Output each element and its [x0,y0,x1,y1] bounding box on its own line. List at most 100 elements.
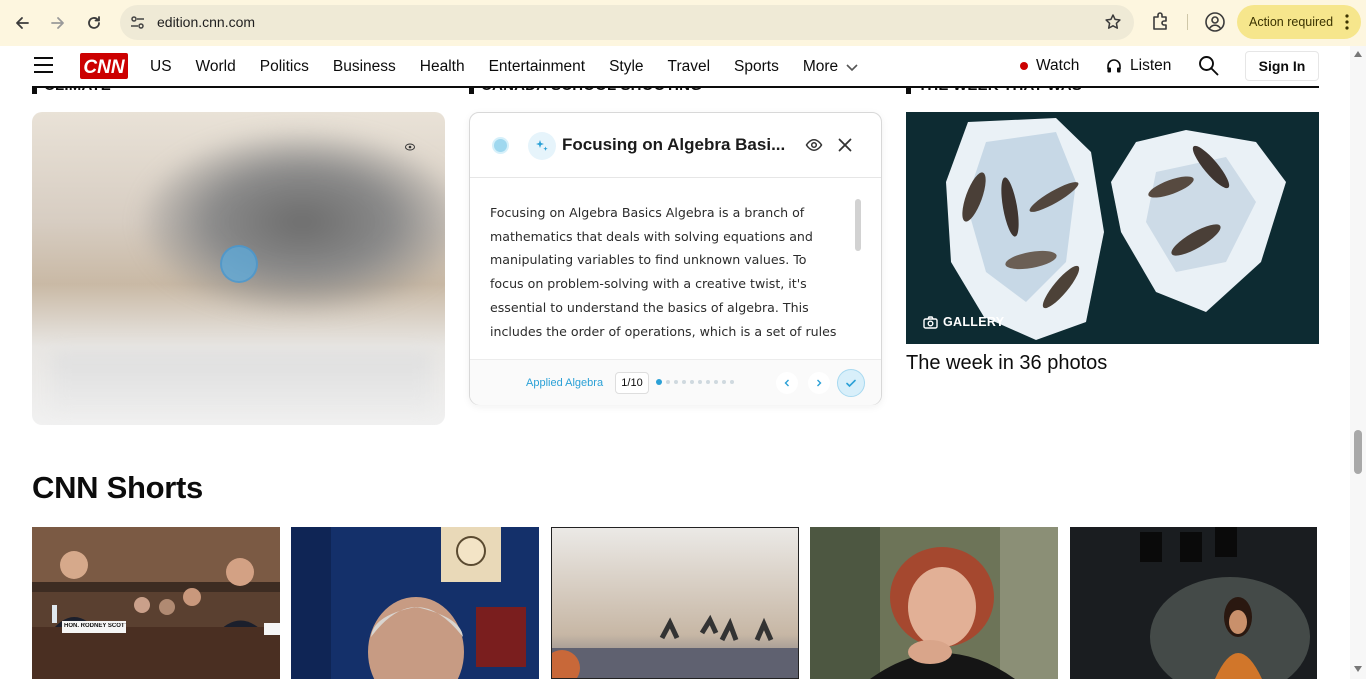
action-required-button[interactable]: Action required [1237,5,1361,39]
nav-health[interactable]: Health [420,58,465,76]
eye-icon[interactable] [805,136,823,154]
scroll-down-arrow-icon[interactable] [1354,666,1362,672]
step-dot [730,380,734,384]
short-video-thumb-2[interactable] [291,527,539,679]
popup-footer: Applied Algebra 1/10 [470,359,881,405]
arrow-right-icon [51,17,64,29]
step-dots [656,379,738,385]
smiling-woman-photo [810,527,1058,679]
step-dot [698,380,702,384]
primary-nav: US World Politics Business Health Entert… [150,46,883,87]
topic-link[interactable]: Applied Algebra [526,377,603,389]
prev-button[interactable] [776,372,798,394]
action-required-label: Action required [1249,15,1334,29]
cnn-site-header: CNN US World Politics Business Health En… [0,46,1350,87]
step-dot [666,380,670,384]
live-dot-icon [1020,62,1028,70]
gallery-image-seals-on-ice[interactable]: GALLERY [906,112,1319,344]
concert-photo [1070,527,1317,679]
chevron-right-icon [817,379,822,387]
popup-header: Focusing on Algebra Basi... [470,113,881,178]
eye-icon[interactable] [405,143,415,151]
forward-button[interactable] [46,11,70,35]
nav-more[interactable]: More [803,58,859,76]
chevron-left-icon [784,379,789,387]
step-dot [714,380,718,384]
page-scrollbar-thumb[interactable] [1354,430,1362,474]
address-bar[interactable]: edition.cnn.com [120,5,1134,40]
watch-link[interactable]: Watch [1020,57,1079,75]
cursor-highlight [220,245,258,283]
browser-toolbar: edition.cnn.com Action required [0,0,1366,46]
close-icon[interactable] [836,136,854,154]
nav-politics[interactable]: Politics [260,58,309,76]
chevron-down-icon [846,63,858,71]
short-video-thumb-1[interactable]: HON. RODNEY SCOTT [32,527,280,679]
blurred-ship-photo [552,528,798,678]
sign-in-button[interactable]: Sign In [1245,51,1319,81]
short-video-thumb-5[interactable] [1070,527,1317,679]
step-dot [690,380,694,384]
speaker-photo [291,527,539,679]
scroll-up-arrow-icon[interactable] [1354,51,1362,57]
nav-business[interactable]: Business [333,58,396,76]
reload-button[interactable] [82,11,106,35]
step-dot [722,380,726,384]
step-dot [674,380,678,384]
short-video-thumb-3[interactable] [551,527,799,679]
reload-icon [88,16,100,29]
short-video-thumb-4[interactable] [810,527,1058,679]
cnn-logo[interactable]: CNN [80,53,128,79]
arrow-left-icon [16,17,29,29]
complete-button[interactable] [837,369,865,397]
camera-icon [923,315,938,329]
seals-ice-illustration [906,112,1319,344]
bookmark-star-icon[interactable] [1104,13,1122,31]
nav-travel[interactable]: Travel [668,58,711,76]
blurred-smoke [142,132,445,312]
extensions-puzzle-icon[interactable] [1150,10,1172,32]
search-icon[interactable] [1198,55,1219,76]
profile-avatar-icon[interactable] [1203,10,1227,34]
popup-body-text: Focusing on Algebra Basics Algebra is a … [490,205,837,339]
step-dot [656,379,662,385]
back-button[interactable] [10,11,34,35]
nav-sports[interactable]: Sports [734,58,779,76]
gallery-tag: GALLERY [923,315,1004,329]
site-settings-icon[interactable] [129,14,146,31]
next-button[interactable] [808,372,830,394]
hearing-photo [32,527,280,679]
popup-scrollbar[interactable] [855,199,861,251]
hamburger-menu-button[interactable] [34,57,53,73]
check-icon [846,379,856,388]
sparkle-icon [536,140,548,151]
kebab-menu-icon [1345,14,1349,30]
step-dot [706,380,710,384]
status-dot-icon [492,137,509,154]
nav-more-label: More [802,57,839,75]
nameplate-text: HON. RODNEY SCOTT [64,623,126,629]
watch-label: Watch [1036,57,1080,74]
step-counter: 1/10 [615,372,649,394]
url-text: edition.cnn.com [157,14,256,30]
listen-label: Listen [1130,57,1172,74]
step-dot [682,380,686,384]
climate-story-image[interactable] [32,112,445,425]
nav-style[interactable]: Style [609,58,643,76]
learning-popup-card: Focusing on Algebra Basi... Focusing on … [469,112,882,405]
page-scrollbar[interactable] [1350,46,1366,679]
popup-title: Focusing on Algebra Basi... [562,135,786,154]
nav-world[interactable]: World [196,58,236,76]
sparkle-button[interactable] [528,132,556,160]
blurred-caption [52,352,432,412]
cnn-shorts-heading: CNN Shorts [32,470,203,505]
header-rule [32,86,1319,88]
nav-entertainment[interactable]: Entertainment [489,58,586,76]
toolbar-divider [1187,14,1188,30]
listen-link[interactable]: Listen [1106,57,1171,75]
nav-us[interactable]: US [150,58,172,76]
gallery-headline[interactable]: The week in 36 photos [906,352,1107,375]
svg-text:CNN: CNN [83,57,125,78]
gallery-tag-label: GALLERY [943,315,1005,329]
headphones-icon [1107,59,1121,73]
